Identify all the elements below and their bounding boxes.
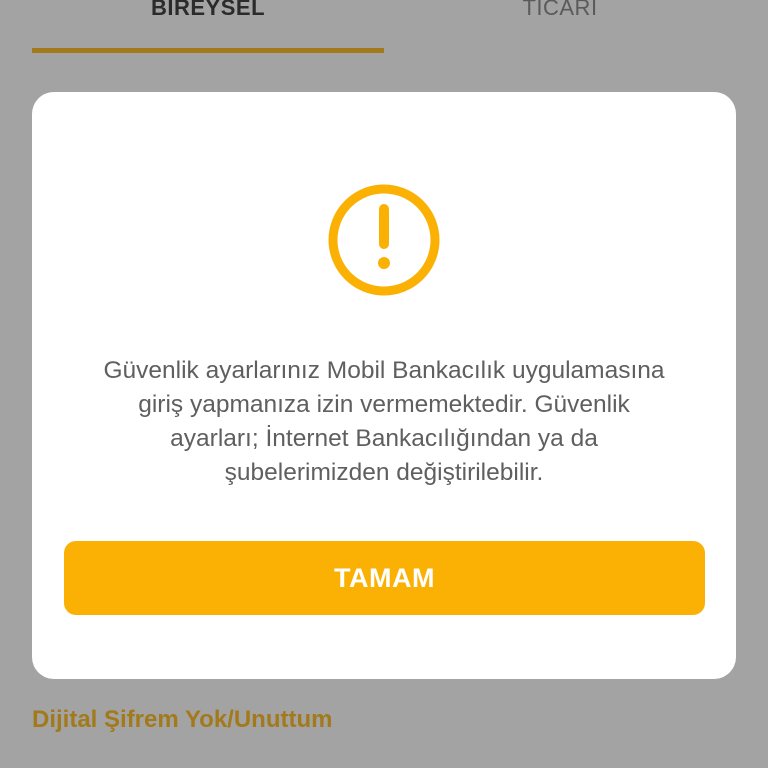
forgot-digital-password-link[interactable]: Dijital Şifrem Yok/Unuttum [32, 706, 332, 734]
tab-individual[interactable]: BİREYSEL [32, 0, 384, 28]
ok-button[interactable]: TAMAM [64, 541, 705, 615]
dialog-message: Güvenlik ayarlarınız Mobil Bankacılık uy… [103, 357, 665, 486]
warning-circle-icon [328, 184, 440, 296]
login-screen: BİREYSEL TİCARİ Güvenlik ayarlarınız Mob… [0, 0, 768, 768]
tab-commercial[interactable]: TİCARİ [384, 0, 736, 28]
security-alert-dialog: Güvenlik ayarlarınız Mobil Bankacılık uy… [32, 92, 736, 679]
tab-individual-label: BİREYSEL [150, 0, 266, 20]
tab-commercial-label: TİCARİ [522, 0, 598, 20]
active-tab-indicator [32, 48, 384, 53]
